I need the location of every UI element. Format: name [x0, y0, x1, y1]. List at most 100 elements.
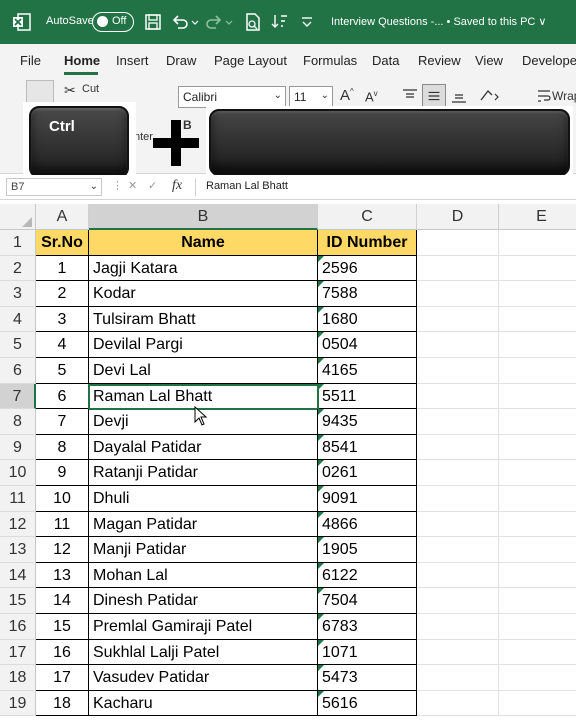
empty-cell[interactable]	[417, 588, 499, 614]
column-header-b[interactable]: B	[89, 204, 318, 230]
row-header[interactable]: 16	[0, 614, 36, 640]
wrap-text-label[interactable]: Wrap	[552, 89, 576, 103]
empty-cell[interactable]	[499, 588, 576, 614]
id-number-cell[interactable]: 5511	[318, 383, 417, 410]
print-preview-icon[interactable]	[243, 12, 263, 32]
tab-home[interactable]: Home	[64, 53, 100, 68]
name-cell[interactable]: Manji Patidar	[89, 537, 318, 563]
font-size-select[interactable]: 11 ⌄	[289, 86, 333, 108]
name-cell[interactable]: Dhuli	[89, 486, 318, 512]
empty-cell[interactable]	[417, 230, 499, 256]
id-number-cell[interactable]: 1071	[318, 639, 417, 666]
tab-draw[interactable]: Draw	[166, 53, 196, 68]
empty-cell[interactable]	[417, 434, 499, 461]
name-box[interactable]: B7 ⌄	[6, 178, 102, 196]
id-number-cell[interactable]: 5616	[318, 690, 417, 717]
row-header[interactable]: 13	[0, 537, 36, 563]
row-header[interactable]: 1	[0, 230, 36, 256]
empty-cell[interactable]	[417, 614, 499, 640]
column-header-e[interactable]: E	[499, 204, 576, 230]
header-cell-sr-no[interactable]: Sr.No	[36, 230, 89, 256]
name-cell[interactable]: Sukhlal Lalji Patel	[89, 639, 318, 666]
empty-cell[interactable]	[499, 409, 576, 435]
empty-cell[interactable]	[417, 639, 499, 666]
sr-no-cell[interactable]: 4	[36, 332, 89, 358]
undo-icon[interactable]	[170, 12, 190, 32]
name-cell[interactable]: Kodar	[89, 281, 318, 307]
empty-cell[interactable]	[499, 358, 576, 384]
name-cell[interactable]: Jagji Katara	[89, 255, 318, 282]
empty-cell[interactable]	[417, 409, 499, 435]
row-header[interactable]: 19	[0, 690, 36, 717]
grow-font-button[interactable]: A^	[340, 87, 354, 104]
empty-cell[interactable]	[417, 358, 499, 384]
tab-file[interactable]: File	[20, 53, 41, 68]
name-cell[interactable]: Devilal Pargi	[89, 332, 318, 358]
column-header-d[interactable]: D	[417, 204, 499, 230]
id-number-cell[interactable]: 8541	[318, 434, 417, 461]
wrap-text-icon[interactable]	[536, 86, 552, 106]
row-header[interactable]: 18	[0, 665, 36, 691]
row-header[interactable]: 12	[0, 511, 36, 538]
formula-input[interactable]: Raman Lal Bhatt	[206, 180, 288, 192]
empty-cell[interactable]	[499, 537, 576, 563]
id-number-cell[interactable]: 1680	[318, 306, 417, 333]
empty-cell[interactable]	[417, 562, 499, 589]
row-header[interactable]: 7	[0, 383, 36, 410]
id-number-cell[interactable]: 2596	[318, 255, 417, 282]
tab-insert[interactable]: Insert	[116, 53, 149, 68]
id-number-cell[interactable]: 7588	[318, 281, 417, 307]
redo-icon[interactable]	[204, 12, 224, 32]
redo-dropdown-icon[interactable]	[224, 12, 234, 32]
name-cell[interactable]: Devi Lal	[89, 358, 318, 384]
id-number-cell[interactable]: 5473	[318, 665, 417, 691]
cancel-entry-icon[interactable]: ✕	[128, 179, 137, 192]
font-name-select[interactable]: Calibri ⌄	[178, 86, 286, 108]
id-number-cell[interactable]: 0261	[318, 460, 417, 486]
sr-no-cell[interactable]: 5	[36, 358, 89, 384]
tab-review[interactable]: Review	[418, 53, 461, 68]
empty-cell[interactable]	[499, 691, 576, 717]
empty-cell[interactable]	[499, 435, 576, 461]
empty-cell[interactable]	[417, 383, 499, 410]
sr-no-cell[interactable]: 6	[36, 383, 89, 410]
header-cell-id-number[interactable]: ID Number	[318, 230, 417, 256]
row-header[interactable]: 4	[0, 306, 36, 333]
name-cell[interactable]: Mohan Lal	[89, 562, 318, 589]
chevron-down-icon[interactable]: ⌄	[90, 181, 98, 192]
sr-no-cell[interactable]: 13	[36, 562, 89, 589]
empty-cell[interactable]	[499, 256, 576, 282]
empty-cell[interactable]	[499, 563, 576, 589]
select-all-button[interactable]	[0, 204, 36, 230]
sr-no-cell[interactable]: 3	[36, 306, 89, 333]
sr-no-cell[interactable]: 17	[36, 665, 89, 691]
row-header[interactable]: 15	[0, 588, 36, 614]
tab-developer[interactable]: Developer	[522, 53, 576, 68]
row-header[interactable]: 17	[0, 639, 36, 666]
name-cell[interactable]: Dayalal Patidar	[89, 434, 318, 461]
row-header[interactable]: 14	[0, 562, 36, 589]
sr-no-cell[interactable]: 1	[36, 255, 89, 282]
empty-cell[interactable]	[499, 512, 576, 538]
scissors-icon[interactable]: ✂	[64, 82, 76, 99]
sr-no-cell[interactable]: 2	[36, 281, 89, 307]
id-number-cell[interactable]: 4165	[318, 358, 417, 384]
insert-function-button[interactable]: fx	[172, 178, 182, 194]
sr-no-cell[interactable]: 18	[36, 690, 89, 717]
row-header[interactable]: 2	[0, 255, 36, 282]
empty-cell[interactable]	[417, 332, 499, 358]
empty-cell[interactable]	[417, 460, 499, 486]
name-cell[interactable]: Kacharu	[89, 690, 318, 717]
empty-cell[interactable]	[417, 665, 499, 691]
align-bottom-icon[interactable]	[449, 86, 469, 106]
name-cell[interactable]: Magan Patidar	[89, 511, 318, 538]
empty-cell[interactable]	[417, 255, 499, 282]
empty-cell[interactable]	[417, 486, 499, 512]
sr-no-cell[interactable]: 15	[36, 614, 89, 640]
orientation-icon[interactable]	[478, 86, 502, 106]
tab-page-layout[interactable]: Page Layout	[214, 53, 287, 68]
sr-no-cell[interactable]: 9	[36, 460, 89, 486]
name-cell[interactable]: Tulsiram Bhatt	[89, 306, 318, 333]
id-number-cell[interactable]: 0504	[318, 332, 417, 358]
row-header[interactable]: 11	[0, 486, 36, 512]
